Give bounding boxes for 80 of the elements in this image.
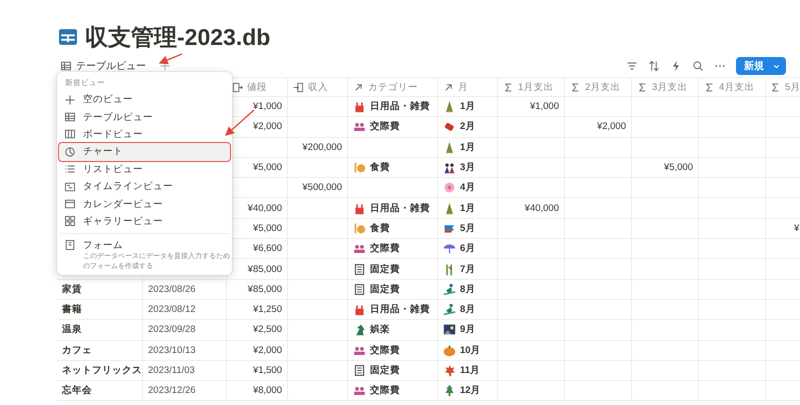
- table-cell: 2023/08/12: [148, 304, 196, 316]
- table-cell: ¥500,000: [302, 182, 342, 194]
- relation-tag[interactable]: 固定費: [370, 364, 400, 377]
- relation-tag[interactable]: 食費: [370, 222, 390, 235]
- menu-item[interactable]: リストビュー: [59, 160, 230, 178]
- relation-tag[interactable]: 固定費: [370, 262, 400, 276]
- menu-item[interactable]: ボードビュー: [59, 126, 230, 144]
- table-cell: ¥40,000: [524, 202, 559, 214]
- relation-tag[interactable]: 1月: [460, 202, 476, 215]
- relation-tag[interactable]: 1月: [460, 140, 476, 154]
- table-cell: ¥2,000: [596, 121, 626, 132]
- menu-item[interactable]: カレンダービュー: [59, 195, 230, 213]
- relation-tag[interactable]: 交際費: [370, 120, 400, 134]
- relation-tag[interactable]: 9月: [460, 323, 476, 336]
- page-title: 収支管理-2023.db: [85, 22, 270, 52]
- row-title[interactable]: 温泉: [62, 323, 82, 336]
- table-cell: ¥5,000: [664, 162, 693, 174]
- table-cell: ¥: [794, 222, 800, 234]
- relation-tag[interactable]: 娯楽: [370, 323, 390, 336]
- relation-tag[interactable]: 6月: [460, 242, 476, 256]
- menu-item[interactable]: テーブルビュー: [59, 108, 230, 126]
- relation-tag[interactable]: 4月: [460, 181, 476, 194]
- column-header: 2月支出: [585, 80, 620, 94]
- column-header: 1月支出: [518, 80, 554, 94]
- table-cell: ¥40,000: [248, 202, 282, 214]
- table-cell: ¥5,000: [252, 162, 282, 174]
- relation-tag[interactable]: 固定費: [370, 282, 400, 296]
- column-header: 4月支出: [719, 80, 754, 94]
- row-title[interactable]: 書籍: [62, 303, 82, 316]
- table-cell: ¥2,500: [252, 324, 282, 336]
- view-tab[interactable]: テーブルビュー: [59, 57, 147, 75]
- row-title[interactable]: カフェ: [62, 344, 92, 357]
- relation-tag[interactable]: 日用品・雑費: [370, 100, 430, 114]
- relation-tag[interactable]: 2月: [460, 120, 476, 134]
- column-header: カテゴリー: [368, 80, 418, 94]
- relation-tag[interactable]: 11月: [460, 364, 480, 377]
- relation-tag[interactable]: 8月: [460, 282, 476, 296]
- table-cell: 2023/10/13: [148, 344, 196, 356]
- relation-tag[interactable]: 12月: [460, 384, 481, 398]
- column-header: 月: [458, 80, 468, 94]
- column-header: 収入: [308, 80, 328, 94]
- table-cell: ¥2,000: [252, 121, 282, 132]
- relation-tag[interactable]: 日用品・雑費: [370, 202, 430, 215]
- relation-tag[interactable]: 食費: [370, 161, 390, 174]
- row-title[interactable]: 家賃: [62, 282, 82, 296]
- relation-tag[interactable]: 5月: [460, 222, 476, 235]
- relation-tag[interactable]: 交際費: [370, 344, 400, 357]
- relation-tag[interactable]: 1月: [460, 100, 476, 114]
- row-title[interactable]: 忘年会: [62, 384, 92, 398]
- column-header: 値段: [247, 80, 267, 94]
- menu-item[interactable]: チャート: [59, 143, 230, 161]
- relation-tag[interactable]: 10月: [460, 344, 481, 357]
- table-cell: ¥8,000: [252, 385, 282, 396]
- table-cell: ¥85,000: [248, 264, 282, 275]
- new-button[interactable]: 新規: [736, 57, 786, 75]
- table-cell: ¥1,000: [530, 101, 559, 112]
- menu-item[interactable]: 空のビュー: [59, 91, 230, 108]
- relation-tag[interactable]: 8月: [460, 303, 476, 316]
- table-cell: ¥5,000: [252, 222, 282, 234]
- relation-tag[interactable]: 交際費: [370, 242, 400, 256]
- table-cell: ¥85,000: [248, 284, 282, 295]
- relation-tag[interactable]: 交際費: [370, 384, 400, 398]
- column-header: 3月支出: [652, 80, 688, 94]
- table-cell: ¥6,600: [252, 243, 282, 254]
- menu-item[interactable]: タイムラインビュー: [59, 178, 230, 196]
- table-cell: ¥1,250: [252, 304, 282, 316]
- table-cell: ¥1,000: [252, 101, 282, 112]
- table-cell: ¥200,000: [302, 142, 342, 153]
- relation-tag[interactable]: 3月: [460, 161, 476, 174]
- table-cell: ¥2,000: [252, 344, 282, 356]
- menu-item[interactable]: ギャラリービュー: [59, 212, 230, 230]
- column-header: 5月: [785, 80, 800, 94]
- table-cell: ¥1,500: [252, 365, 282, 376]
- row-title[interactable]: ネットフリックス: [62, 364, 142, 377]
- relation-tag[interactable]: 7月: [460, 262, 476, 276]
- table-cell: 2023/09/28: [148, 324, 196, 336]
- table-cell: 2023/08/26: [148, 284, 196, 295]
- table-cell: 2023/12/26: [148, 385, 196, 396]
- table-cell: 2023/11/03: [148, 365, 195, 376]
- relation-tag[interactable]: 日用品・雑費: [370, 303, 430, 316]
